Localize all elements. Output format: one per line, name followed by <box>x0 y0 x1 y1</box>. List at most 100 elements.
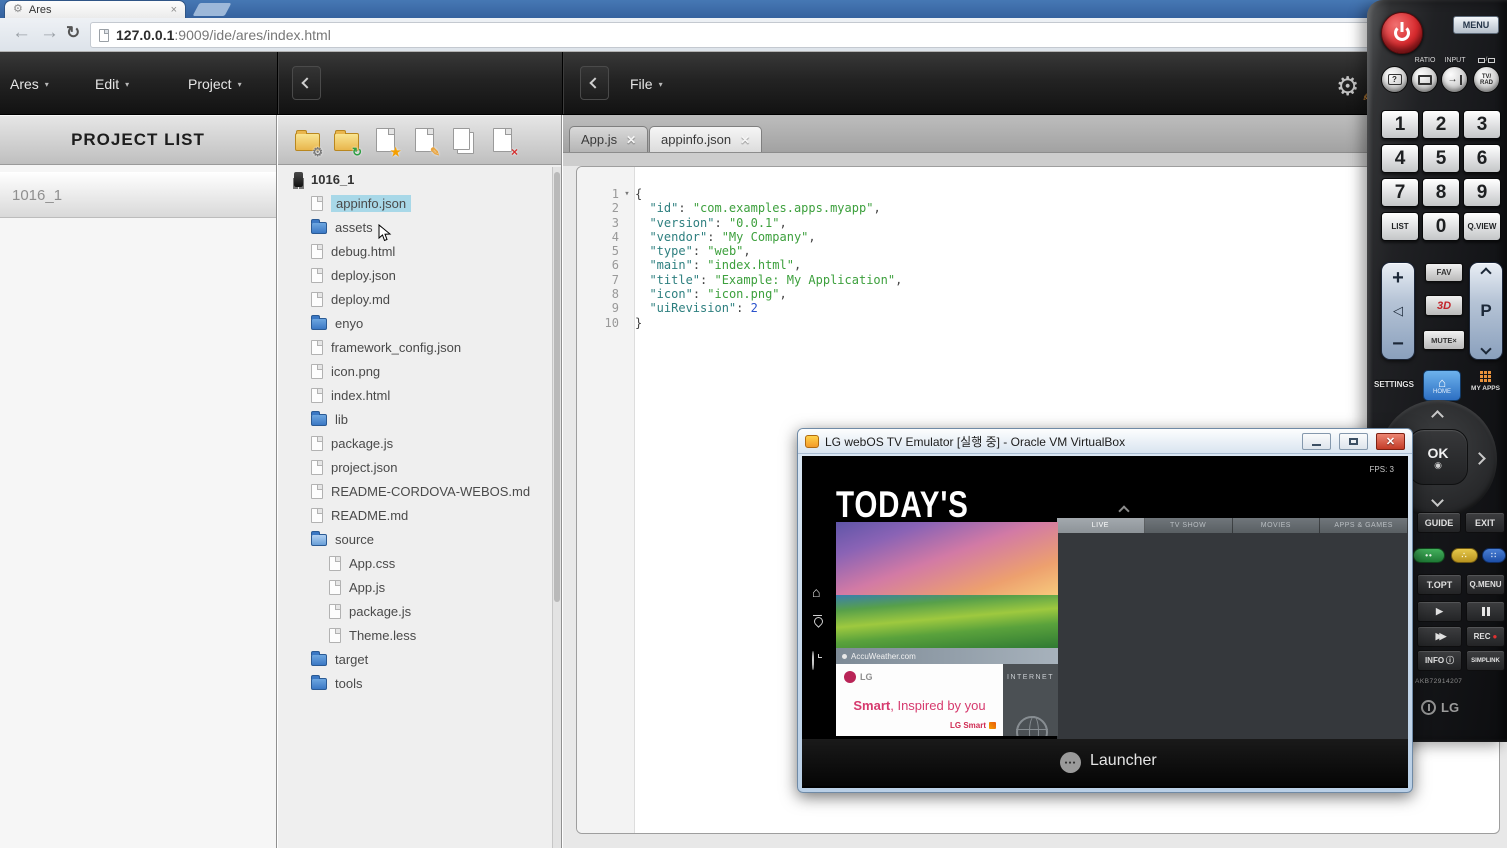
code-line-9[interactable]: 9 "uiRevision": 2 <box>577 301 1499 315</box>
weather-strip[interactable]: AccuWeather.com <box>836 648 1058 664</box>
menu-ares[interactable]: Ares▾ <box>10 76 49 92</box>
tv-nav-tab-tv-show[interactable]: TV SHOW <box>1145 518 1233 533</box>
green-button[interactable]: •• <box>1413 548 1445 563</box>
channel-down-icon[interactable] <box>1480 343 1491 354</box>
yellow-button[interactable]: ∴ <box>1451 548 1478 563</box>
rec-button[interactable]: REC● <box>1466 626 1505 647</box>
exit-button[interactable]: EXIT <box>1465 512 1505 533</box>
reload-icon[interactable]: ↻ <box>66 23 80 43</box>
close-button[interactable]: ✕ <box>1376 433 1405 450</box>
info-button[interactable]: INFOⓘ <box>1417 650 1462 671</box>
nav-right-icon[interactable] <box>1473 452 1486 465</box>
digit-7-button[interactable]: 7 <box>1381 178 1419 207</box>
scrollbar-thumb[interactable] <box>554 172 560 602</box>
volume-rocker[interactable]: + ◁ − <box>1381 262 1415 360</box>
digit-2-button[interactable]: 2 <box>1422 110 1460 139</box>
tree-item-target[interactable]: target <box>278 647 552 671</box>
tree-item-index.html[interactable]: index.html <box>278 383 552 407</box>
maximize-button[interactable] <box>1339 433 1368 450</box>
pause-button[interactable] <box>1466 601 1505 622</box>
3d-button[interactable]: 3D <box>1425 295 1463 316</box>
my-apps-button[interactable]: MY APPS <box>1466 371 1505 392</box>
tree-item-enyo[interactable]: enyo <box>278 311 552 335</box>
open-project-folder-button[interactable]: ⚙ <box>292 125 322 155</box>
delete-file-button[interactable]: × <box>487 125 517 155</box>
tree-item-deploy.md[interactable]: deploy.md <box>278 287 552 311</box>
copy-file-button[interactable] <box>448 125 478 155</box>
blue-button[interactable]: ∷ <box>1482 548 1506 563</box>
power-button[interactable] <box>1381 12 1423 54</box>
editor-tab-appinfojson[interactable]: appinfo.json ✕ <box>649 126 762 152</box>
forward-icon[interactable]: → <box>40 22 59 44</box>
collapse-files-panel-button[interactable] <box>292 66 321 100</box>
channel-up-icon[interactable] <box>1480 267 1491 278</box>
digit-6-button[interactable]: 6 <box>1463 144 1501 173</box>
ratio-button[interactable] <box>1411 66 1438 93</box>
tree-root[interactable]: 1016_1 <box>278 167 552 191</box>
fast-forward-button[interactable]: ▶▶ <box>1417 626 1462 647</box>
tree-item-appinfo.json[interactable]: appinfo.json <box>278 191 552 215</box>
digit-0-button[interactable]: 0 <box>1422 212 1460 241</box>
digit-3-button[interactable]: 3 <box>1463 110 1501 139</box>
list-button[interactable]: LIST <box>1381 212 1419 241</box>
new-tab-button[interactable] <box>193 3 232 16</box>
digit-4-button[interactable]: 4 <box>1381 144 1419 173</box>
url-bar[interactable]: 127.0.0.1:9009/ide/ares/index.html <box>90 22 1410 48</box>
digit-5-button[interactable]: 5 <box>1422 144 1460 173</box>
tree-item-project.json[interactable]: project.json <box>278 455 552 479</box>
project-item[interactable]: 1016_1 <box>0 172 276 218</box>
digit-1-button[interactable]: 1 <box>1381 110 1419 139</box>
tv-rad-button[interactable]: TV/RAD <box>1473 66 1500 93</box>
tree-item-README-CORDOVA-WEBOS.md[interactable]: README-CORDOVA-WEBOS.md <box>278 479 552 503</box>
fold-caret-icon[interactable]: ▾ <box>619 187 635 201</box>
qmenu-button[interactable]: Q.MENU <box>1466 574 1505 595</box>
code-line-6[interactable]: 6 "main": "index.html", <box>577 258 1499 272</box>
input-button[interactable]: → <box>1441 66 1468 93</box>
clock-icon[interactable] <box>812 652 814 670</box>
home-icon[interactable]: ⌂ <box>812 584 820 602</box>
launcher-bar[interactable]: ●●● Launcher <box>802 739 1408 786</box>
ok-button[interactable]: OK ◉ <box>1408 429 1468 485</box>
simplink-button[interactable]: SIMPLINK <box>1466 650 1505 671</box>
menu-project[interactable]: Project▾ <box>188 76 242 92</box>
tree-item-Theme.less[interactable]: Theme.less <box>278 623 552 647</box>
menu-edit[interactable]: Edit▾ <box>95 76 129 92</box>
window-titlebar[interactable]: LG webOS TV Emulator [실행 중] - Oracle VM … <box>798 429 1412 454</box>
file-tree-scrollbar[interactable] <box>552 167 561 848</box>
new-file-button[interactable]: ★ <box>370 125 400 155</box>
channel-rocker[interactable]: P <box>1469 262 1503 360</box>
volume-up-label[interactable]: + <box>1392 269 1404 287</box>
tv-nav-tab-live[interactable]: LIVE <box>1057 518 1145 533</box>
code-line-2[interactable]: 2 "id": "com.examples.apps.myapp", <box>577 201 1499 215</box>
close-icon[interactable]: ✕ <box>626 133 636 147</box>
settings-gear-button[interactable]: ⚙✎ <box>1336 72 1370 102</box>
guide-book-button[interactable]: ? <box>1381 66 1408 93</box>
browser-tab[interactable]: ⚙ Ares × <box>4 0 186 18</box>
internet-tile[interactable]: INTERNET <box>1003 664 1058 736</box>
edit-file-button[interactable]: ✎ <box>409 125 439 155</box>
mute-button[interactable]: MUTE× <box>1423 330 1465 350</box>
guide-button[interactable]: GUIDE <box>1417 512 1461 533</box>
topt-button[interactable]: T.OPT <box>1417 574 1462 595</box>
home-button[interactable]: ⌂ HOME <box>1423 370 1461 401</box>
refresh-folder-button[interactable]: ↻ <box>331 125 361 155</box>
tree-item-lib[interactable]: lib <box>278 407 552 431</box>
code-line-3[interactable]: 3 "version": "0.0.1", <box>577 216 1499 230</box>
tree-item-debug.html[interactable]: debug.html <box>278 239 552 263</box>
code-line-5[interactable]: 5 "type": "web", <box>577 244 1499 258</box>
tree-item-framework_config.json[interactable]: framework_config.json <box>278 335 552 359</box>
digit-8-button[interactable]: 8 <box>1422 178 1460 207</box>
tree-item-README.md[interactable]: README.md <box>278 503 552 527</box>
tree-item-source[interactable]: source <box>278 527 552 551</box>
fav-button[interactable]: FAV <box>1425 263 1463 282</box>
featured-image[interactable] <box>836 522 1058 648</box>
back-icon[interactable]: ← <box>12 22 31 44</box>
qview-button[interactable]: Q.VIEW <box>1463 212 1501 241</box>
code-line-4[interactable]: 4 "vendor": "My Company", <box>577 230 1499 244</box>
code-line-7[interactable]: 7 "title": "Example: My Application", <box>577 273 1499 287</box>
volume-down-label[interactable]: − <box>1392 335 1404 353</box>
tv-nav-tab-apps-games[interactable]: APPS & GAMES <box>1320 518 1408 533</box>
tree-item-icon.png[interactable]: icon.png <box>278 359 552 383</box>
tree-item-App.js[interactable]: App.js <box>278 575 552 599</box>
code-line-10[interactable]: 10} <box>577 316 1499 330</box>
